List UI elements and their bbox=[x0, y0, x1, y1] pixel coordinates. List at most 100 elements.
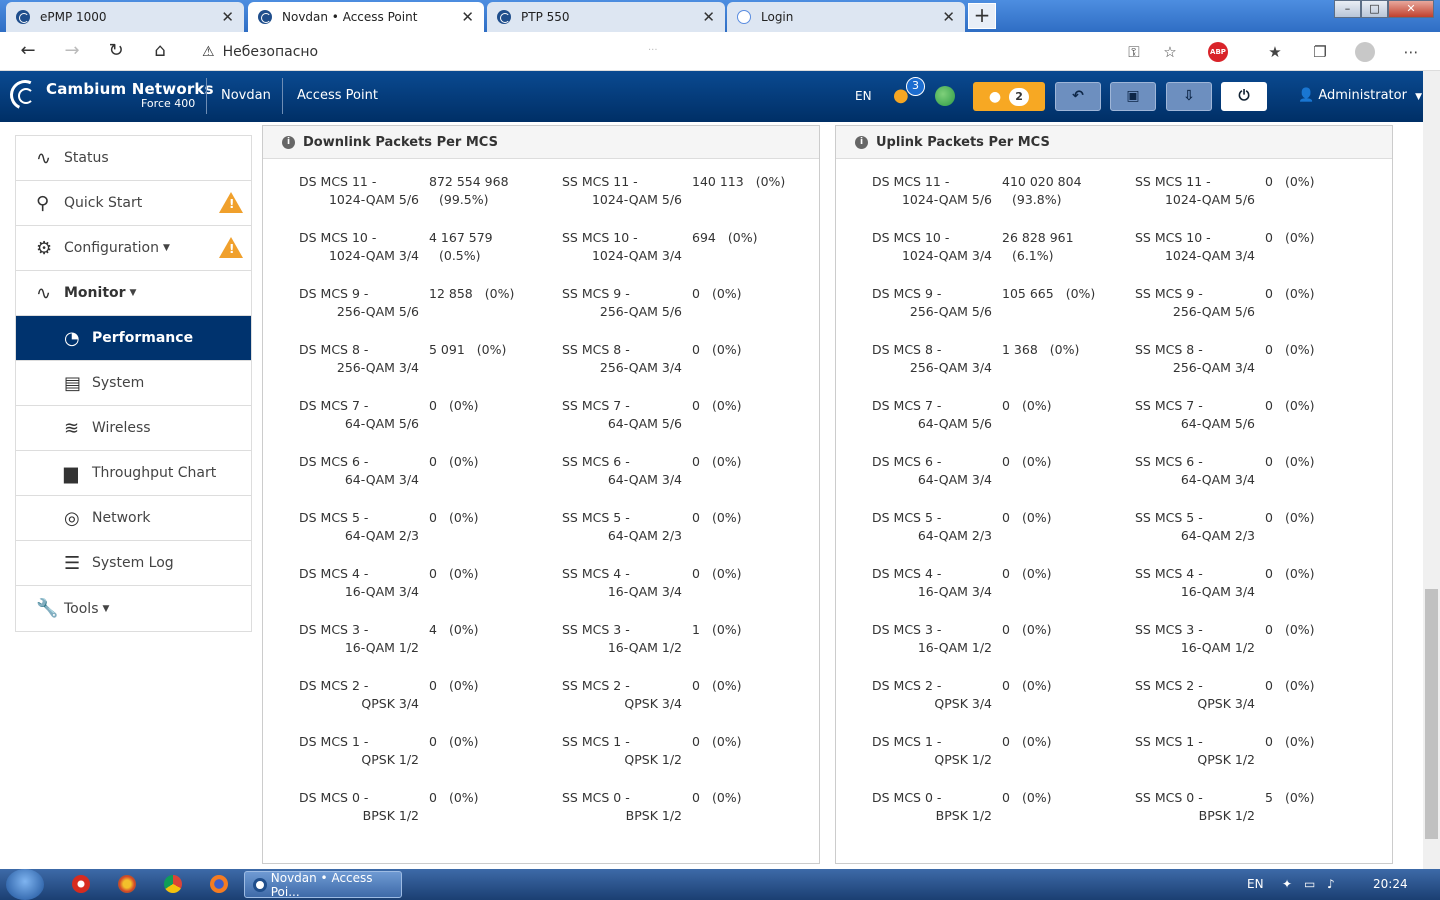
mcs-index: DS MCS 1 - bbox=[872, 734, 942, 749]
mcs-index: DS MCS 6 - bbox=[872, 454, 942, 469]
collections-icon[interactable]: ❐ bbox=[1310, 42, 1330, 62]
taskbar-active-window[interactable]: Novdan • Access Poi... bbox=[244, 871, 402, 899]
packet-count: 0 bbox=[1265, 342, 1273, 357]
more-menu-icon[interactable]: ⋯ bbox=[1401, 42, 1421, 62]
language-selector[interactable]: EN bbox=[855, 89, 872, 103]
clock[interactable]: 20:24 bbox=[1373, 877, 1408, 891]
packet-percent: (0%) bbox=[1284, 510, 1315, 525]
profile-avatar-icon[interactable] bbox=[1355, 42, 1375, 62]
sidebar-item-system-log[interactable]: ☰ System Log bbox=[16, 541, 251, 586]
yandex-browser-icon[interactable] bbox=[118, 875, 136, 893]
sidebar-item-monitor[interactable]: ∿ Monitor ▼ bbox=[16, 271, 251, 316]
packet-percent: (0%) bbox=[711, 398, 742, 413]
packet-count: 0 bbox=[1265, 510, 1273, 525]
mcs-label: DS MCS 4 - 16-QAM 3/4 bbox=[299, 565, 419, 601]
undo-button[interactable]: ↶ bbox=[1055, 82, 1101, 111]
packet-count: 0 bbox=[1265, 622, 1273, 637]
packet-percent: (0%) bbox=[1021, 734, 1052, 749]
device-name: Novdan bbox=[221, 88, 271, 103]
key-icon[interactable]: ⚿ bbox=[1124, 42, 1144, 62]
sidebar-item-quick-start[interactable]: ⚲ Quick Start ! bbox=[16, 181, 251, 226]
sidebar-item-label: Wireless bbox=[92, 420, 151, 436]
browser-tab[interactable]: ePMP 1000 ✕ bbox=[6, 2, 244, 32]
url-field[interactable]: ⚠ Небезопасно ··· bbox=[188, 37, 1202, 67]
mcs-entry: SS MCS 9 - 256-QAM 5/6 0 (0%) bbox=[1135, 285, 1385, 325]
power-button[interactable]: ⏻ bbox=[1221, 82, 1267, 111]
minimize-button[interactable]: – bbox=[1334, 0, 1361, 18]
security-label: Небезопасно bbox=[222, 44, 319, 60]
tab-close-icon[interactable]: ✕ bbox=[702, 8, 715, 26]
tray-app-icon[interactable]: ✦ bbox=[1282, 877, 1292, 891]
mcs-value: 0 (0%) bbox=[1002, 789, 1052, 807]
packet-percent: (0%) bbox=[711, 790, 742, 805]
new-tab-button[interactable]: + bbox=[968, 3, 996, 29]
browser-tab[interactable]: Login ✕ bbox=[727, 2, 965, 32]
mcs-entry: DS MCS 5 - 64-QAM 2/3 0 (0%) bbox=[872, 509, 1122, 549]
sidebar-item-tools[interactable]: 🔧 Tools ▼ bbox=[16, 586, 251, 631]
cambium-favicon-icon bbox=[16, 10, 30, 24]
packet-percent: (0%) bbox=[1284, 734, 1315, 749]
maximize-button[interactable]: □ bbox=[1361, 0, 1388, 18]
insecure-warning-icon: ⚠ bbox=[202, 44, 215, 60]
mcs-entry: DS MCS 8 - 256-QAM 3/4 1 368 (0%) bbox=[872, 341, 1122, 381]
firefox-icon[interactable] bbox=[210, 875, 228, 893]
tab-close-icon[interactable]: ✕ bbox=[461, 8, 474, 26]
start-button-icon[interactable] bbox=[6, 869, 44, 900]
reboot-config-button[interactable]: ⇩ bbox=[1166, 82, 1212, 111]
close-window-button[interactable]: ✕ bbox=[1388, 0, 1434, 18]
mcs-entry: DS MCS 2 - QPSK 3/4 0 (0%) bbox=[299, 677, 549, 717]
globe-icon[interactable] bbox=[935, 86, 955, 106]
device-model: Force 400 bbox=[141, 97, 196, 110]
opera-icon[interactable] bbox=[72, 875, 90, 893]
mcs-entry: SS MCS 4 - 16-QAM 3/4 0 (0%) bbox=[562, 565, 812, 605]
mcs-value: 26 828 961 (6.1%) bbox=[1002, 229, 1074, 265]
panel-header: i Downlink Packets Per MCS bbox=[263, 126, 819, 159]
mcs-modulation: 64-QAM 2/3 bbox=[917, 528, 992, 543]
tab-close-icon[interactable]: ✕ bbox=[942, 8, 955, 26]
chrome-icon[interactable] bbox=[164, 875, 182, 893]
home-icon[interactable]: ⌂ bbox=[149, 41, 171, 63]
packet-count: 0 bbox=[1002, 622, 1010, 637]
mcs-entry: SS MCS 10 - 1024-QAM 3/4 694 (0%) bbox=[562, 229, 812, 269]
sidebar-item-wireless[interactable]: ≋ Wireless bbox=[16, 406, 251, 451]
tab-close-icon[interactable]: ✕ bbox=[221, 8, 234, 26]
favorites-icon[interactable]: ★ bbox=[1265, 42, 1285, 62]
volume-icon[interactable]: ♪ bbox=[1327, 877, 1335, 891]
user-menu[interactable]: 👤 Administrator ▼ bbox=[1298, 88, 1422, 103]
sidebar-item-status[interactable]: ∿ Status bbox=[16, 136, 251, 181]
mcs-entry: SS MCS 1 - QPSK 1/2 0 (0%) bbox=[1135, 733, 1385, 773]
mcs-label: DS MCS 8 - 256-QAM 3/4 bbox=[872, 341, 992, 377]
sidebar-item-configuration[interactable]: ⚙ Configuration ▼ ! bbox=[16, 226, 251, 271]
sidebar-item-system[interactable]: ▤ System bbox=[16, 361, 251, 406]
info-icon[interactable]: i bbox=[855, 135, 868, 149]
adblock-icon[interactable]: ABP bbox=[1208, 42, 1228, 62]
browser-tab-active[interactable]: Novdan • Access Point ✕ bbox=[248, 2, 484, 32]
sidebar-item-performance[interactable]: ◔ Performance bbox=[16, 316, 251, 361]
mcs-modulation: 16-QAM 1/2 bbox=[607, 640, 682, 655]
input-language[interactable]: EN bbox=[1247, 877, 1264, 891]
scrollbar-thumb[interactable] bbox=[1425, 589, 1438, 839]
gauge-icon: ◔ bbox=[64, 327, 80, 349]
add-favorite-icon[interactable]: ☆ bbox=[1160, 42, 1180, 62]
mcs-modulation: 16-QAM 1/2 bbox=[1180, 640, 1255, 655]
mcs-label: SS MCS 5 - 64-QAM 2/3 bbox=[1135, 509, 1255, 545]
sidebar-item-network[interactable]: ◎ Network bbox=[16, 496, 251, 541]
back-arrow-icon[interactable]: ← bbox=[17, 41, 39, 63]
reload-icon[interactable]: ↻ bbox=[105, 41, 127, 63]
browser-tab[interactable]: PTP 550 ✕ bbox=[487, 2, 725, 32]
sidebar-item-throughput-chart[interactable]: ▆ Throughput Chart bbox=[16, 451, 251, 496]
mcs-value: 0 (0%) bbox=[1265, 453, 1315, 471]
tab-label: ePMP 1000 bbox=[40, 10, 107, 24]
info-icon[interactable]: i bbox=[282, 135, 295, 149]
page-scrollbar[interactable] bbox=[1423, 71, 1440, 869]
forward-arrow-icon[interactable]: → bbox=[61, 41, 83, 63]
mcs-label: DS MCS 5 - 64-QAM 2/3 bbox=[299, 509, 419, 545]
bar-chart-icon: ▆ bbox=[64, 462, 78, 484]
browser-tab-strip: ePMP 1000 ✕ Novdan • Access Point ✕ PTP … bbox=[0, 0, 1440, 32]
network-tray-icon[interactable]: ▭ bbox=[1304, 877, 1315, 891]
save-button[interactable]: ▣ bbox=[1110, 82, 1156, 111]
mcs-value: 0 (0%) bbox=[1002, 733, 1052, 751]
mcs-index: SS MCS 9 - bbox=[1135, 286, 1203, 301]
alerts-button[interactable]: ● 2 bbox=[973, 82, 1045, 111]
mcs-modulation: QPSK 1/2 bbox=[361, 752, 419, 767]
